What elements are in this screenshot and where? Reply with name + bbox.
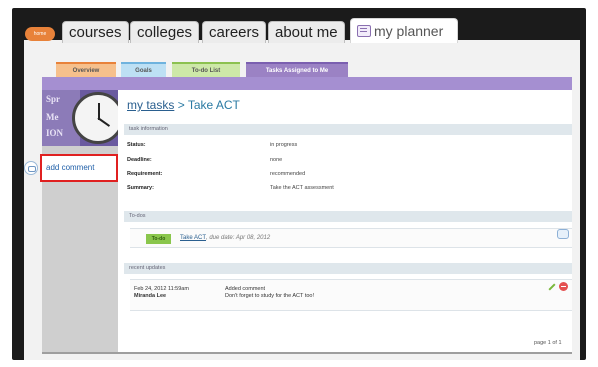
todo-link[interactable]: Take ACT	[180, 235, 206, 241]
summary-label: Summary:	[127, 185, 154, 191]
todo-due-date: , due date: Apr 08, 2012	[206, 235, 271, 241]
bottom-divider	[42, 352, 572, 354]
tab-about-me[interactable]: about me	[268, 21, 345, 43]
requirement-label: Requirement:	[127, 171, 163, 177]
home-tab[interactable]: home	[25, 27, 55, 41]
todo-item: Take ACT, due date: Apr 08, 2012	[180, 235, 270, 241]
delete-icon[interactable]	[559, 282, 568, 291]
update-author: Miranda Lee	[134, 293, 167, 299]
clock-icon	[72, 92, 118, 144]
recent-updates-header: recent updates	[124, 263, 572, 274]
deadline-value: none	[270, 157, 283, 163]
planner-icon	[357, 25, 371, 37]
comment-bubble-icon[interactable]	[24, 161, 38, 175]
deadline-label: Deadline:	[127, 157, 152, 163]
subtab-todo-list[interactable]: To-do List	[172, 62, 240, 77]
add-comment-link[interactable]: add comment	[40, 154, 118, 182]
task-information-header: task information	[124, 124, 572, 135]
breadcrumb-separator: >	[177, 98, 185, 112]
tab-my-planner[interactable]: my planner	[350, 18, 458, 43]
update-date: Feb 24, 2012 11:59am	[134, 286, 189, 292]
update-message: Don't forget to study for the ACT too!	[225, 293, 314, 299]
clock-image: Spr Me ION	[42, 90, 118, 146]
subtab-tasks-assigned[interactable]: Tasks Assigned to Me	[246, 62, 348, 77]
update-row	[130, 279, 572, 311]
update-action: Added comment	[225, 286, 266, 292]
calendar-word: ION	[46, 128, 64, 138]
page-title: my tasks > Take ACT	[127, 98, 240, 112]
todos-header: To-dos	[124, 211, 572, 222]
calendar-word: Me	[46, 112, 59, 122]
tab-colleges[interactable]: colleges	[130, 21, 200, 43]
status-label: Status:	[127, 142, 146, 148]
breadcrumb-current: Take ACT	[187, 98, 240, 112]
tab-courses[interactable]: courses	[62, 21, 129, 43]
subtab-overview[interactable]: Overview	[56, 62, 116, 77]
calendar-word: Spr	[46, 94, 61, 104]
tab-careers[interactable]: careers	[202, 21, 267, 43]
subtab-bar	[42, 77, 572, 90]
edit-icon[interactable]	[547, 283, 555, 291]
requirement-value: recommended	[270, 171, 306, 177]
tab-my-planner-label: my planner	[374, 23, 444, 39]
pagination: page 1 of 1	[534, 340, 562, 346]
comment-icon[interactable]	[557, 229, 569, 239]
summary-value: Take the ACT assessment	[270, 185, 334, 191]
breadcrumb-my-tasks[interactable]: my tasks	[127, 98, 174, 112]
subtab-goals[interactable]: Goals	[121, 62, 166, 77]
status-value: in progress	[270, 142, 298, 148]
todo-badge: To-do	[146, 234, 171, 244]
